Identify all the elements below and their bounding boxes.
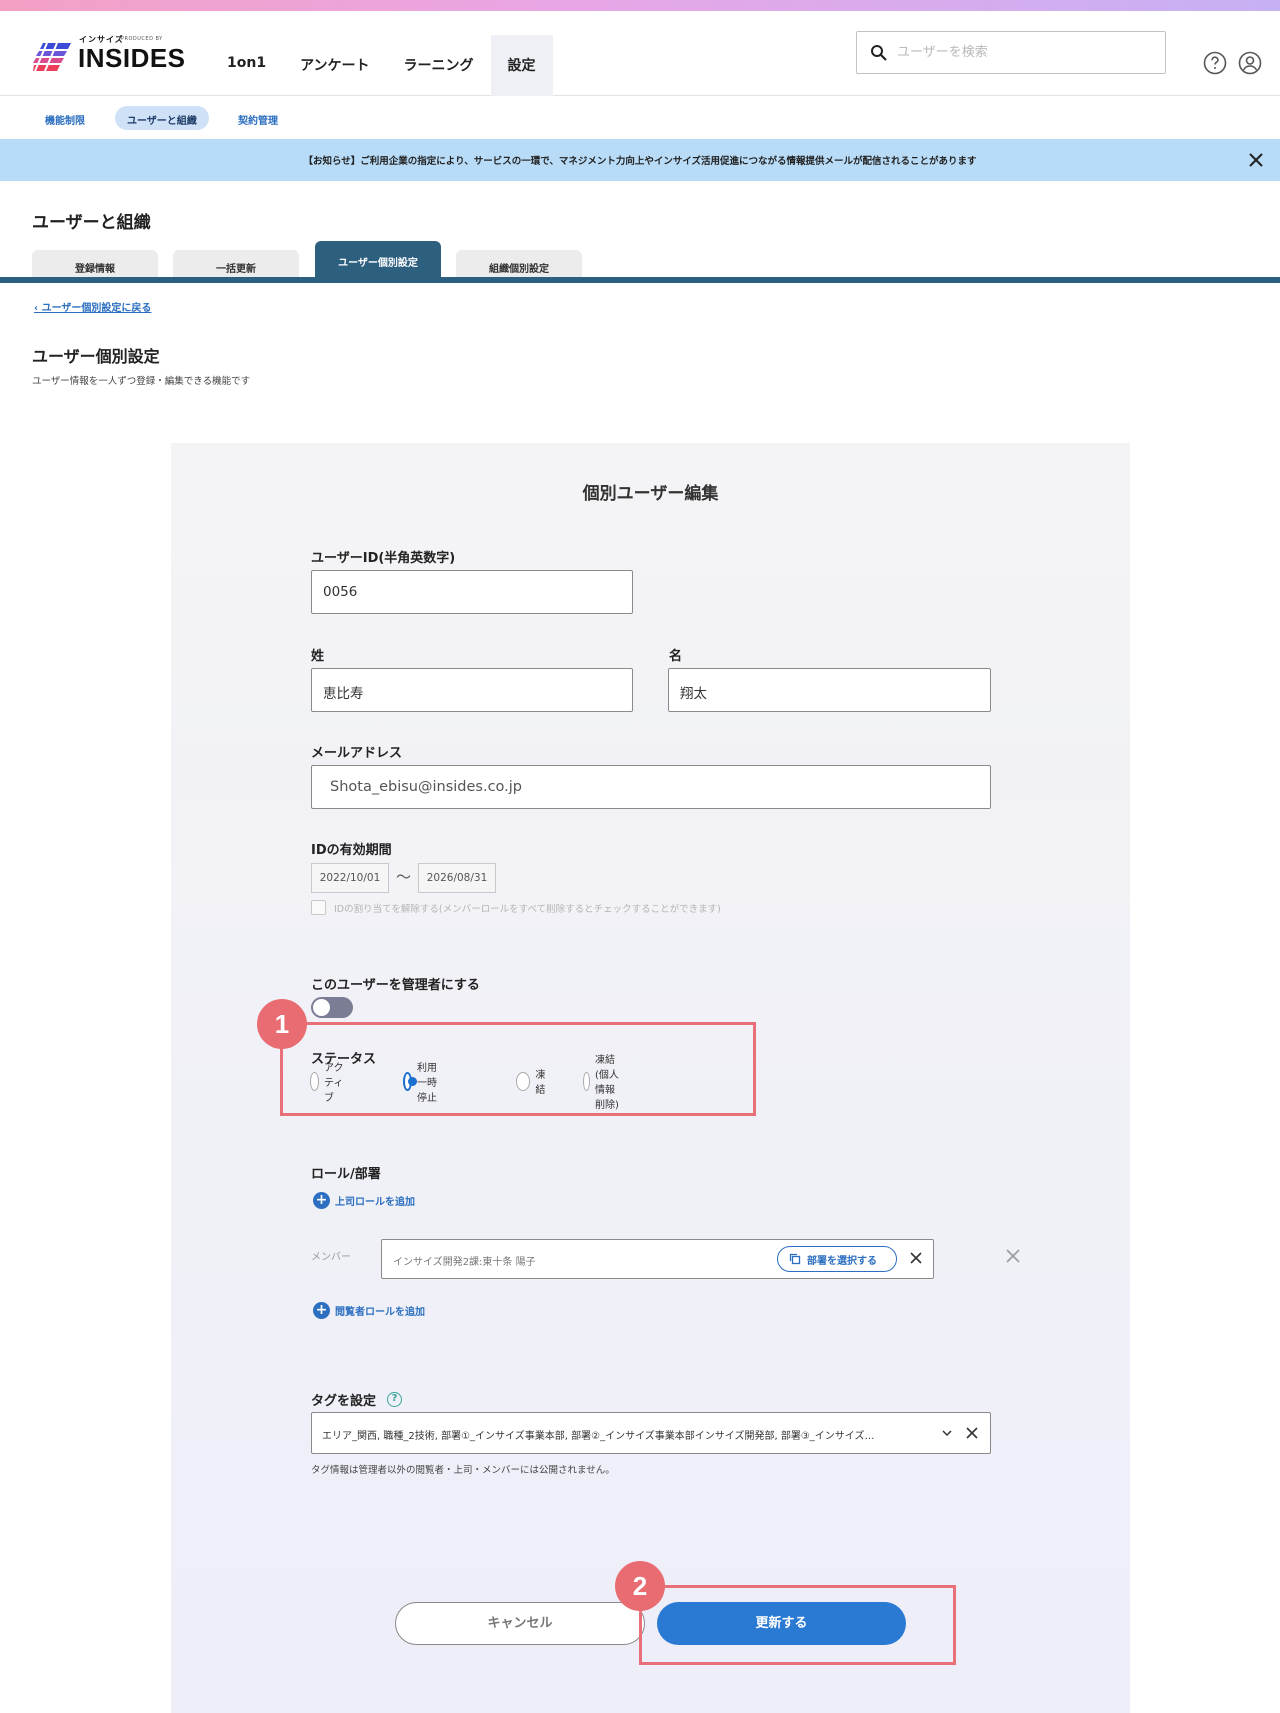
annotation-badge-2: 2 bbox=[615, 1561, 665, 1611]
tag-select-field[interactable]: エリア_関西, 職種_2技術, 部署①_インサイズ事業本部, 部署②_インサイズ… bbox=[311, 1412, 991, 1454]
validity-label: IDの有効期間 bbox=[311, 843, 392, 858]
page-title: ユーザーと組織 bbox=[32, 213, 151, 233]
back-link-label: ユーザー個別設定に戻る bbox=[41, 303, 152, 314]
notice-banner: 【お知らせ】ご利用企業の指定により、サービスの一環で、マネジメント力向上やインサ… bbox=[0, 139, 1280, 181]
section-title: ユーザー個別設定 bbox=[32, 347, 160, 366]
app-header: インサイズ PRODUCED BY INSIDES 1on1 アンケート ラーニ… bbox=[0, 11, 1280, 96]
tab-user-individual[interactable]: ユーザー個別設定 bbox=[315, 241, 441, 279]
email-label: メールアドレス bbox=[311, 746, 403, 761]
select-dept-button[interactable]: 部署を選択する bbox=[777, 1246, 897, 1272]
admin-label: このユーザーを管理者にする bbox=[311, 978, 480, 993]
member-role-label: メンバー bbox=[311, 1252, 351, 1263]
clear-icon[interactable] bbox=[909, 1251, 923, 1265]
form-title: 個別ユーザー編集 bbox=[582, 484, 719, 504]
user-search[interactable] bbox=[856, 31, 1166, 74]
subnav-users-org[interactable]: ユーザーと組織 bbox=[115, 106, 209, 130]
user-id-field[interactable]: 0056 bbox=[311, 570, 633, 614]
tag-value: エリア_関西, 職種_2技術, 部署①_インサイズ事業本部, 部署②_インサイズ… bbox=[322, 1431, 875, 1442]
unassign-checkbox[interactable] bbox=[311, 900, 326, 915]
settings-subnav: 機能制限 ユーザーと組織 契約管理 bbox=[0, 97, 1280, 139]
help-icon[interactable] bbox=[1203, 51, 1227, 75]
chevron-down-icon[interactable] bbox=[941, 1427, 953, 1439]
logo-mark-icon bbox=[33, 43, 71, 71]
copy-icon bbox=[789, 1253, 801, 1265]
tag-note: タグ情報は管理者以外の閲覧者・上司・メンバーには公開されません。 bbox=[311, 1465, 615, 1476]
logo-produced-by: PRODUCED BY bbox=[121, 36, 163, 42]
email-value: Shota_ebisu@insides.co.jp bbox=[330, 779, 523, 795]
nav-survey[interactable]: アンケート bbox=[283, 35, 386, 96]
first-name-value: 翔太 bbox=[680, 686, 707, 702]
subnav-feature-limits[interactable]: 機能制限 bbox=[33, 106, 97, 130]
top-gradient-bar bbox=[0, 0, 1280, 11]
subnav-contract[interactable]: 契約管理 bbox=[226, 106, 290, 130]
date-to-field[interactable]: 2026/08/31 bbox=[418, 863, 496, 893]
add-viewer-role-label: 閲覧者ロールを追加 bbox=[335, 1307, 425, 1318]
clear-icon[interactable] bbox=[965, 1426, 979, 1440]
admin-toggle[interactable] bbox=[311, 997, 353, 1018]
notice-text: 【お知らせ】ご利用企業の指定により、サービスの一環で、マネジメント力向上やインサ… bbox=[303, 156, 977, 167]
toggle-knob bbox=[313, 999, 330, 1016]
section-description: ユーザー情報を一人ずつ登録・編集できる機能です bbox=[32, 376, 251, 387]
back-link[interactable]: ‹ ユーザー個別設定に戻る bbox=[34, 299, 151, 314]
annotation-box-1 bbox=[280, 1022, 756, 1116]
tab-bulk-update[interactable]: 一括更新 bbox=[173, 250, 299, 279]
plus-icon: + bbox=[313, 1192, 330, 1209]
search-input[interactable] bbox=[897, 41, 1152, 63]
last-name-field[interactable]: 恵比寿 bbox=[311, 668, 633, 712]
tab-underline bbox=[0, 277, 1280, 283]
first-name-label: 名 bbox=[669, 649, 683, 664]
last-name-value: 恵比寿 bbox=[323, 686, 364, 702]
member-dept-field[interactable]: インサイズ開発2課:東十条 陽子 部署を選択する bbox=[381, 1239, 934, 1279]
chevron-left-icon: ‹ bbox=[34, 303, 42, 314]
member-dept-value: インサイズ開発2課:東十条 陽子 bbox=[393, 1257, 536, 1268]
last-name-label: 姓 bbox=[311, 649, 325, 664]
main-nav: 1on1 アンケート ラーニング 設定 bbox=[210, 35, 553, 96]
tab-org-individual[interactable]: 組織個別設定 bbox=[456, 250, 582, 279]
email-field[interactable]: Shota_ebisu@insides.co.jp bbox=[311, 765, 991, 809]
first-name-field[interactable]: 翔太 bbox=[668, 668, 991, 712]
annotation-badge-1: 1 bbox=[257, 999, 307, 1049]
close-icon[interactable] bbox=[1248, 152, 1264, 168]
nav-1on1[interactable]: 1on1 bbox=[210, 35, 283, 96]
remove-role-icon[interactable] bbox=[1005, 1248, 1021, 1264]
search-icon bbox=[871, 45, 887, 61]
help-icon[interactable]: ? bbox=[387, 1392, 402, 1407]
select-dept-label: 部署を選択する bbox=[807, 1255, 877, 1267]
tab-registration[interactable]: 登録情報 bbox=[32, 250, 158, 279]
date-separator: 〜 bbox=[396, 868, 412, 886]
add-viewer-role-link[interactable]: + 閲覧者ロールを追加 bbox=[313, 1302, 425, 1319]
cancel-button[interactable]: キャンセル bbox=[395, 1602, 645, 1645]
logo-text: INSIDES bbox=[78, 43, 186, 73]
plus-icon: + bbox=[313, 1302, 330, 1319]
nav-settings[interactable]: 設定 bbox=[490, 35, 553, 96]
add-boss-role-label: 上司ロールを追加 bbox=[335, 1197, 415, 1208]
date-from-field[interactable]: 2022/10/01 bbox=[311, 863, 389, 893]
user-id-label: ユーザーID(半角英数字) bbox=[311, 551, 456, 566]
unassign-checkbox-label: IDの割り当てを解除する(メンバーロールをすべて削除するとチェックすることができ… bbox=[334, 904, 721, 915]
add-boss-role-link[interactable]: + 上司ロールを追加 bbox=[313, 1192, 415, 1209]
user-id-value: 0056 bbox=[323, 584, 358, 600]
user-account-icon[interactable] bbox=[1238, 51, 1262, 75]
insides-logo[interactable]: インサイズ PRODUCED BY INSIDES bbox=[33, 31, 186, 79]
tag-label: タグを設定 bbox=[311, 1394, 377, 1409]
nav-learning[interactable]: ラーニング bbox=[387, 35, 491, 96]
role-label: ロール/部署 bbox=[311, 1167, 381, 1182]
annotation-box-2 bbox=[639, 1585, 956, 1665]
